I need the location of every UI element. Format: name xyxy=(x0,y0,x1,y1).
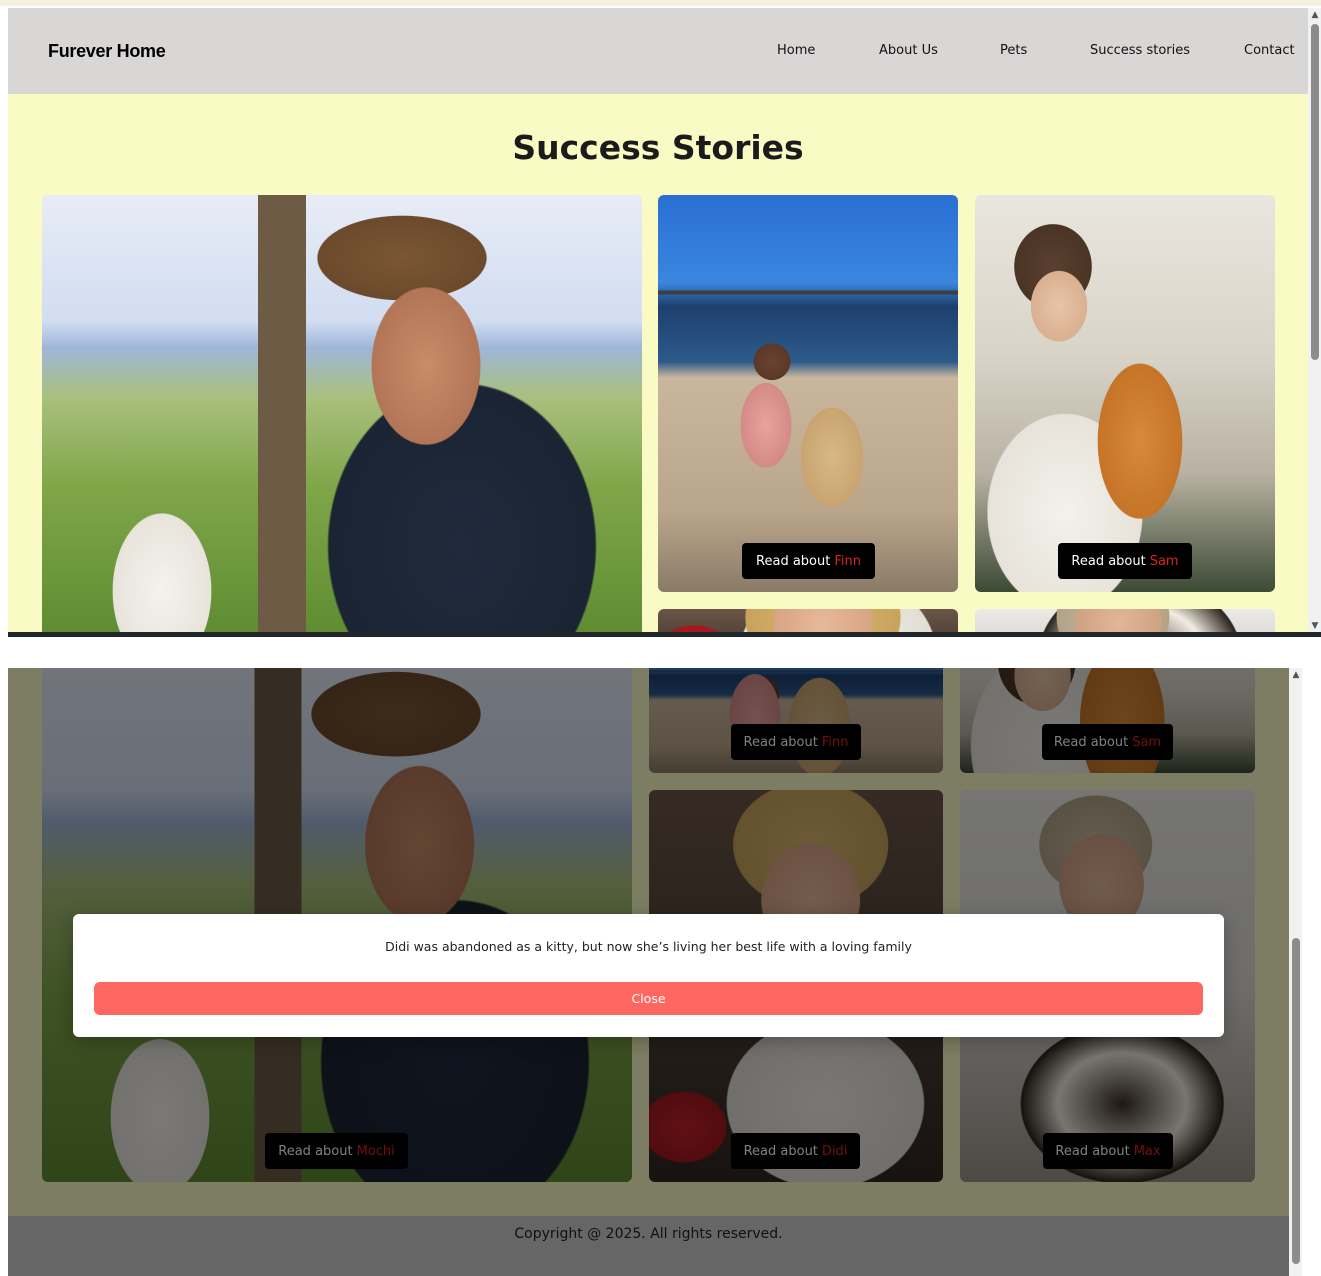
top-viewport: Furever Home Home About Us Pets Success … xyxy=(0,0,1321,637)
nav-home[interactable]: Home xyxy=(777,43,815,58)
navbar: Furever Home Home About Us Pets Success … xyxy=(8,8,1308,94)
scroll-down-arrow[interactable]: ▼ xyxy=(1309,621,1321,631)
window-edge xyxy=(0,0,1321,6)
story-card-sam: Read aboutSam xyxy=(975,195,1275,592)
page-title: Success Stories xyxy=(512,128,804,167)
story-card-mochi xyxy=(42,195,642,637)
brand-logo[interactable]: Furever Home xyxy=(48,41,166,62)
close-button[interactable]: Close xyxy=(94,982,1203,1015)
scrollbar-thumb[interactable] xyxy=(1311,24,1319,360)
nav-contact[interactable]: Contact xyxy=(1244,43,1295,58)
scrollbar-thumb[interactable] xyxy=(1292,938,1300,1264)
story-modal: Didi was abandoned as a kitty, but now s… xyxy=(73,914,1224,1037)
pet-name: Finn xyxy=(834,553,861,569)
nav-success-stories[interactable]: Success stories xyxy=(1090,43,1190,58)
nav-pets[interactable]: Pets xyxy=(1000,43,1027,58)
modal-message: Didi was abandoned as a kitty, but now s… xyxy=(385,939,912,954)
read-about-finn-button[interactable]: Read aboutFinn xyxy=(742,543,875,579)
success-stories-section: Success Stories Read about Finn Read abou… xyxy=(8,94,1308,637)
nav-about-us[interactable]: About Us xyxy=(879,43,938,58)
story-card-finn: Read aboutFinn xyxy=(658,195,958,592)
scroll-up-arrow[interactable]: ▲ xyxy=(1309,10,1321,20)
read-prefix: Read about xyxy=(756,553,831,569)
bottom-viewport: Read aboutMochi Read aboutFinn Read abou… xyxy=(0,668,1321,1276)
read-about-sam-button[interactable]: Read aboutSam xyxy=(1058,543,1192,579)
read-prefix: Read about xyxy=(1071,553,1146,569)
viewport-gap xyxy=(0,637,1321,668)
scroll-up-arrow[interactable]: ▲ xyxy=(1290,670,1302,680)
pet-name: Sam xyxy=(1149,553,1179,569)
